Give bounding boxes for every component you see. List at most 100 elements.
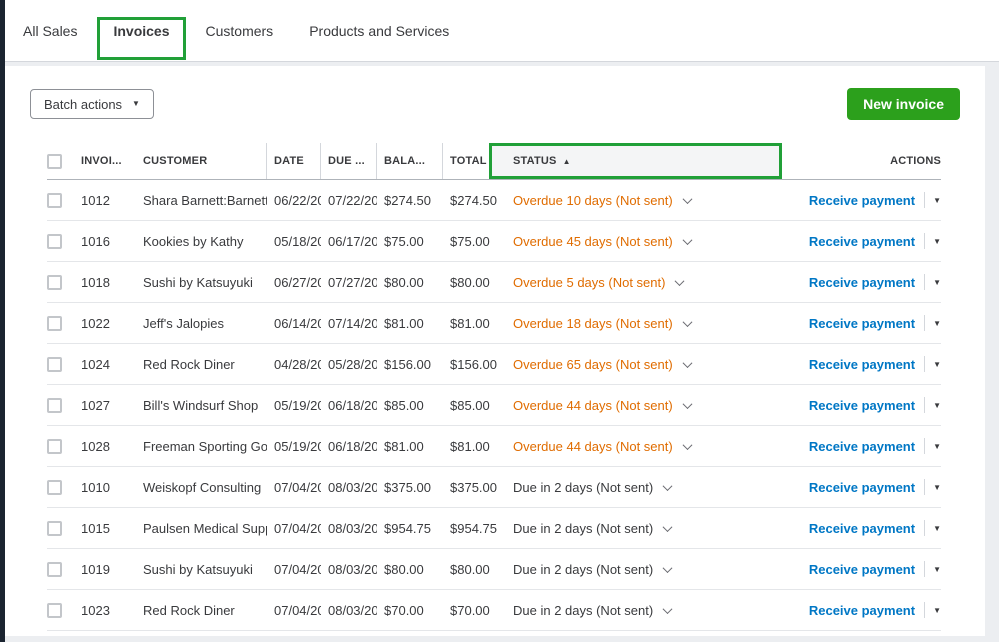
tab-all-sales[interactable]: All Sales	[15, 0, 95, 62]
table-row[interactable]: 1012 Shara Barnett:Barnett D 06/22/20 07…	[47, 180, 941, 221]
action-dropdown-caret-icon[interactable]: ▼	[924, 192, 941, 208]
balance-amount: $85.00	[377, 398, 443, 413]
total-amount: $80.00	[443, 562, 503, 577]
row-checkbox[interactable]	[47, 439, 62, 454]
customer-name: Paulsen Medical Suppl	[143, 521, 267, 536]
invoice-number: 1019	[81, 562, 143, 577]
header-due-date[interactable]: DUE ...	[321, 143, 377, 179]
action-dropdown-caret-icon[interactable]: ▼	[924, 438, 941, 454]
batch-actions-button[interactable]: Batch actions ▼	[30, 89, 154, 119]
action-dropdown-caret-icon[interactable]: ▼	[924, 479, 941, 495]
row-checkbox[interactable]	[47, 562, 62, 577]
total-amount: $70.00	[443, 603, 503, 618]
receive-payment-link[interactable]: Receive payment	[809, 234, 915, 249]
action-dropdown-caret-icon[interactable]: ▼	[924, 274, 941, 290]
invoice-number: 1023	[81, 603, 143, 618]
due-date: 06/17/20	[321, 234, 377, 249]
row-checkbox[interactable]	[47, 480, 62, 495]
table-row[interactable]: 1023 Red Rock Diner 07/04/20 08/03/20 $7…	[47, 590, 941, 631]
status-text: Overdue 45 days (Not sent)	[513, 234, 673, 249]
invoice-date: 07/04/20	[267, 603, 321, 618]
action-dropdown-caret-icon[interactable]: ▼	[924, 397, 941, 413]
header-balance[interactable]: BALA...	[377, 143, 443, 179]
table-row[interactable]: 1010 Weiskopf Consulting 07/04/20 08/03/…	[47, 467, 941, 508]
new-invoice-button[interactable]: New invoice	[847, 88, 960, 120]
tab-invoices[interactable]: Invoices	[95, 0, 187, 62]
chevron-down-icon[interactable]	[682, 440, 692, 450]
table-row[interactable]: 1015 Paulsen Medical Suppl 07/04/20 08/0…	[47, 508, 941, 549]
receive-payment-link[interactable]: Receive payment	[809, 521, 915, 536]
row-checkbox[interactable]	[47, 603, 62, 618]
chevron-down-icon[interactable]	[663, 563, 673, 573]
row-checkbox[interactable]	[47, 357, 62, 372]
row-checkbox[interactable]	[47, 234, 62, 249]
total-amount: $954.75	[443, 521, 503, 536]
table-row[interactable]: 1027 Bill's Windsurf Shop 05/19/20 06/18…	[47, 385, 941, 426]
chevron-down-icon[interactable]	[682, 358, 692, 368]
table-row[interactable]: 1028 Freeman Sporting Goo 05/19/20 06/18…	[47, 426, 941, 467]
receive-payment-link[interactable]: Receive payment	[809, 439, 915, 454]
header-status-label: STATUS	[513, 155, 557, 167]
receive-payment-link[interactable]: Receive payment	[809, 275, 915, 290]
chevron-down-icon[interactable]	[682, 317, 692, 327]
status-text: Overdue 44 days (Not sent)	[513, 439, 673, 454]
row-checkbox[interactable]	[47, 398, 62, 413]
customer-name: Weiskopf Consulting	[143, 480, 267, 495]
due-date: 08/03/20	[321, 480, 377, 495]
header-date[interactable]: DATE	[267, 143, 321, 179]
action-dropdown-caret-icon[interactable]: ▼	[924, 561, 941, 577]
balance-amount: $274.50	[377, 193, 443, 208]
chevron-down-icon[interactable]	[663, 522, 673, 532]
due-date: 06/18/20	[321, 439, 377, 454]
action-dropdown-caret-icon[interactable]: ▼	[924, 315, 941, 331]
receive-payment-link[interactable]: Receive payment	[809, 316, 915, 331]
receive-payment-link[interactable]: Receive payment	[809, 480, 915, 495]
balance-amount: $80.00	[377, 275, 443, 290]
table-row[interactable]: 1018 Sushi by Katsuyuki 06/27/20 07/27/2…	[47, 262, 941, 303]
total-amount: $85.00	[443, 398, 503, 413]
chevron-down-icon[interactable]	[663, 604, 673, 614]
receive-payment-link[interactable]: Receive payment	[809, 562, 915, 577]
chevron-down-icon[interactable]	[682, 235, 692, 245]
action-dropdown-caret-icon[interactable]: ▼	[924, 602, 941, 618]
sort-ascending-icon[interactable]: ▲	[563, 157, 571, 166]
tab-customers[interactable]: Customers	[188, 0, 292, 62]
row-checkbox[interactable]	[47, 521, 62, 536]
chevron-down-icon[interactable]	[682, 194, 692, 204]
invoice-number: 1022	[81, 316, 143, 331]
chevron-down-icon[interactable]	[675, 276, 685, 286]
tab-products-and-services-label: Products and Services	[309, 23, 449, 39]
chevron-down-icon[interactable]	[682, 399, 692, 409]
due-date: 07/22/20	[321, 193, 377, 208]
header-customer[interactable]: CUSTOMER	[143, 143, 267, 179]
receive-payment-link[interactable]: Receive payment	[809, 603, 915, 618]
row-checkbox[interactable]	[47, 193, 62, 208]
receive-payment-link[interactable]: Receive payment	[809, 357, 915, 372]
invoice-date: 05/19/20	[267, 398, 321, 413]
tab-products-and-services[interactable]: Products and Services	[291, 0, 467, 62]
customer-name: Sushi by Katsuyuki	[143, 275, 267, 290]
balance-amount: $75.00	[377, 234, 443, 249]
action-dropdown-caret-icon[interactable]: ▼	[924, 520, 941, 536]
table-row[interactable]: 1016 Kookies by Kathy 05/18/20 06/17/20 …	[47, 221, 941, 262]
row-checkbox[interactable]	[47, 275, 62, 290]
tab-customers-label: Customers	[206, 23, 274, 39]
invoice-date: 04/28/20	[267, 357, 321, 372]
header-invoice-no[interactable]: INVOI...	[81, 143, 143, 179]
table-row[interactable]: 1024 Red Rock Diner 04/28/20 05/28/20 $1…	[47, 344, 941, 385]
action-dropdown-caret-icon[interactable]: ▼	[924, 233, 941, 249]
invoice-number: 1018	[81, 275, 143, 290]
select-all-checkbox[interactable]	[47, 154, 62, 169]
balance-amount: $954.75	[377, 521, 443, 536]
action-dropdown-caret-icon[interactable]: ▼	[924, 356, 941, 372]
balance-amount: $70.00	[377, 603, 443, 618]
chevron-down-icon[interactable]	[663, 481, 673, 491]
table-row[interactable]: 1022 Jeff's Jalopies 06/14/20 07/14/20 $…	[47, 303, 941, 344]
receive-payment-link[interactable]: Receive payment	[809, 398, 915, 413]
header-status[interactable]: STATUS ▲	[503, 143, 781, 179]
row-checkbox[interactable]	[47, 316, 62, 331]
table-row[interactable]: 1019 Sushi by Katsuyuki 07/04/20 08/03/2…	[47, 549, 941, 590]
total-amount: $156.00	[443, 357, 503, 372]
status-text: Overdue 5 days (Not sent)	[513, 275, 665, 290]
receive-payment-link[interactable]: Receive payment	[809, 193, 915, 208]
